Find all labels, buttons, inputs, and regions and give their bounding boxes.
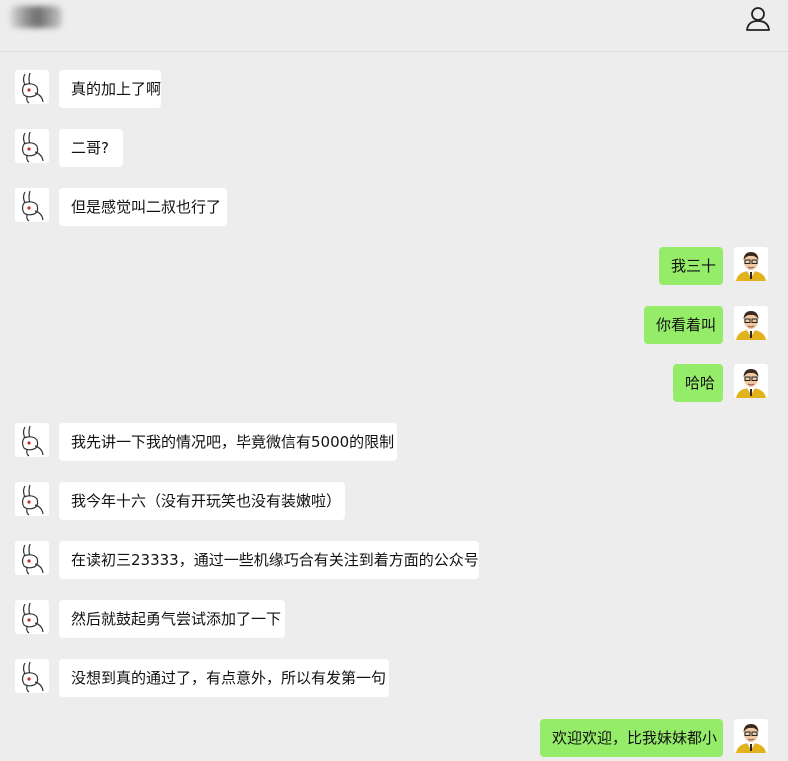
rabbit-avatar-icon[interactable] xyxy=(15,129,49,163)
incoming-message-bubble[interactable]: 没想到真的通过了，有点意外，所以有发第一句 xyxy=(59,659,389,697)
incoming-message-bubble[interactable]: 真的加上了啊 xyxy=(59,70,161,108)
rabbit-avatar-icon[interactable] xyxy=(15,423,49,457)
outgoing-message-bubble[interactable]: 哈哈 xyxy=(673,364,723,402)
outgoing-message-bubble[interactable]: 我三十 xyxy=(659,247,723,285)
cartoon-man-avatar-icon[interactable] xyxy=(734,306,768,340)
cartoon-man-avatar-icon[interactable] xyxy=(734,364,768,398)
incoming-message-bubble[interactable]: 在读初三23333，通过一些机缘巧合有关注到着方面的公众号 xyxy=(59,541,479,579)
chat-info-button[interactable] xyxy=(744,6,772,32)
chat-title-blurred xyxy=(10,6,62,28)
rabbit-avatar-icon[interactable] xyxy=(15,659,49,693)
chat-header xyxy=(0,0,788,52)
cartoon-man-avatar-icon[interactable] xyxy=(734,247,768,281)
person-outline-icon xyxy=(746,7,770,31)
rabbit-avatar-icon[interactable] xyxy=(15,541,49,575)
incoming-message-bubble[interactable]: 我今年十六（没有开玩笑也没有装嫩啦） xyxy=(59,482,345,520)
incoming-message-bubble[interactable]: 但是感觉叫二叔也行了 xyxy=(59,188,227,226)
outgoing-message-bubble[interactable]: 欢迎欢迎，比我妹妹都小 xyxy=(540,719,723,757)
cartoon-man-avatar-icon[interactable] xyxy=(734,719,768,753)
outgoing-message-bubble[interactable]: 你看着叫 xyxy=(644,306,723,344)
incoming-message-bubble[interactable]: 二哥? xyxy=(59,129,123,167)
rabbit-avatar-icon[interactable] xyxy=(15,482,49,516)
incoming-message-bubble[interactable]: 然后就鼓起勇气尝试添加了一下 xyxy=(59,600,285,638)
rabbit-avatar-icon[interactable] xyxy=(15,188,49,222)
incoming-message-bubble[interactable]: 我先讲一下我的情况吧，毕竟微信有5000的限制 xyxy=(59,423,397,461)
rabbit-avatar-icon[interactable] xyxy=(15,70,49,104)
rabbit-avatar-icon[interactable] xyxy=(15,600,49,634)
